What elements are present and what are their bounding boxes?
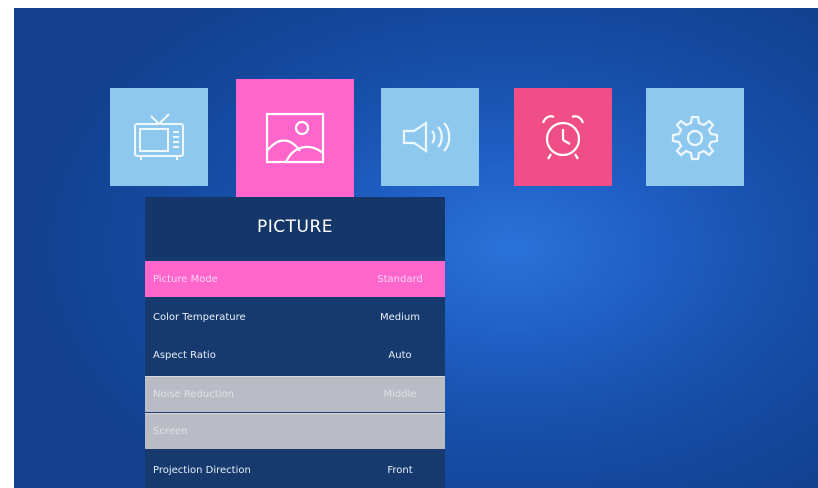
gear-icon xyxy=(671,113,719,161)
tile-picture[interactable] xyxy=(236,79,354,197)
row-value: Middle xyxy=(383,389,417,400)
menu-row-projection-direction[interactable]: Projection Direction Front xyxy=(145,452,445,488)
row-label: Noise Reduction xyxy=(153,389,234,400)
picture-icon xyxy=(264,111,326,165)
row-label: Projection Direction xyxy=(153,464,251,476)
menu-row-aspect-ratio[interactable]: Aspect Ratio Auto xyxy=(145,337,445,373)
tile-tv[interactable] xyxy=(110,88,208,186)
row-value: Front xyxy=(387,464,413,476)
tv-icon xyxy=(131,112,187,162)
row-label: Aspect Ratio xyxy=(153,349,216,361)
picture-menu-panel: PICTURE Picture Mode Standard Color Temp… xyxy=(145,197,445,488)
panel-title: PICTURE xyxy=(145,197,445,257)
row-label: Screen xyxy=(153,426,188,437)
alarm-clock-icon xyxy=(537,111,589,163)
menu-row-noise-reduction[interactable]: Noise Reduction Middle xyxy=(145,376,445,412)
row-label: Picture Mode xyxy=(153,273,218,285)
menu-row-picture-mode[interactable]: Picture Mode Standard xyxy=(145,261,445,297)
row-value: Standard xyxy=(377,273,423,285)
row-value: Auto xyxy=(388,349,412,361)
tv-screen: PICTURE Picture Mode Standard Color Temp… xyxy=(14,8,818,488)
row-value: Medium xyxy=(380,311,420,323)
row-label: Color Temperature xyxy=(153,311,246,323)
tile-sound[interactable] xyxy=(381,88,479,186)
menu-row-color-temperature[interactable]: Color Temperature Medium xyxy=(145,299,445,335)
tile-setup[interactable] xyxy=(646,88,744,186)
menu-row-screen[interactable]: Screen xyxy=(145,413,445,449)
tile-timer[interactable] xyxy=(514,88,612,186)
speaker-icon xyxy=(400,119,460,155)
